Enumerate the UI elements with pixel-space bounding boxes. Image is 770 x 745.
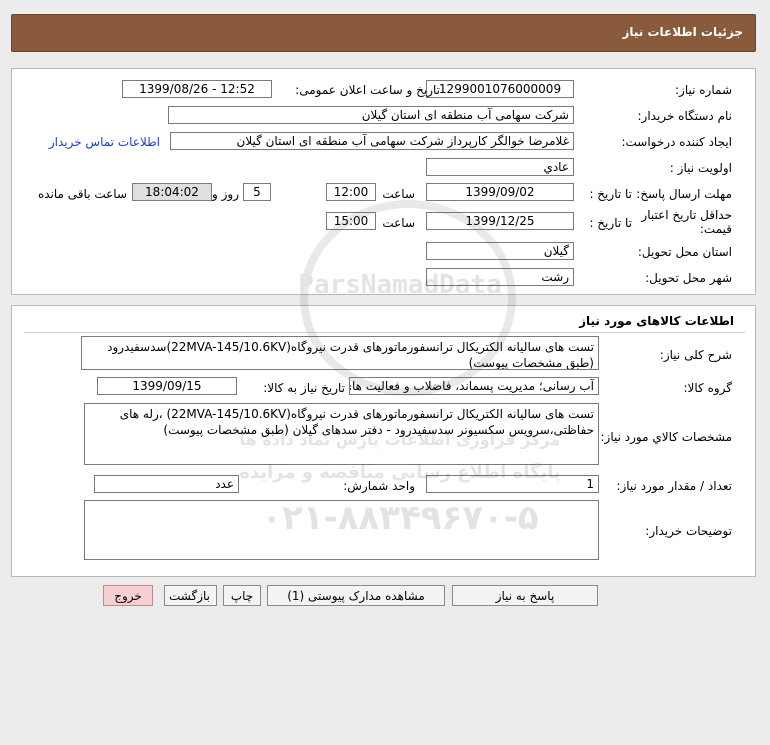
section-divider	[24, 332, 745, 333]
announce-date-field: 1399/08/26 - 12:52	[122, 80, 272, 98]
validity-date-field: 1399/12/25	[426, 212, 574, 230]
goods-group-field: آب رسانی؛ مدیریت پسماند، فاضلاب و فعالیت…	[349, 377, 599, 395]
requester-label: ایجاد کننده درخواست:	[621, 135, 732, 149]
buyer-notes-label: توضیحات خریدار:	[645, 524, 732, 538]
need-date-field: 1399/09/15	[97, 377, 237, 395]
days-label: روز و	[212, 187, 239, 201]
deadline-to-date-label: تا تاریخ :	[589, 187, 632, 201]
back-button[interactable]: بازگشت	[164, 585, 217, 606]
province-label: استان محل تحویل:	[637, 245, 732, 259]
city-label: شهر محل تحویل:	[645, 271, 732, 285]
general-desc-label: شرح کلی نیاز:	[659, 348, 732, 362]
remaining-time-label: ساعت باقی مانده	[37, 187, 127, 201]
buyer-org-field: شرکت سهامی آب منطقه ای استان گیلان	[168, 106, 574, 124]
buyer-org-label: نام دستگاه خریدار:	[637, 109, 733, 123]
quantity-field: 1	[426, 475, 599, 493]
deadline-time-field: 12:00	[326, 183, 376, 201]
need-info-panel	[11, 68, 756, 295]
goods-group-label: گروه کالا:	[683, 381, 733, 395]
general-desc-field: تست های سالیانه الکتریکال ترانسفورماتوره…	[81, 336, 599, 370]
buyer-notes-field	[84, 500, 599, 560]
deadline-time-label: ساعت	[382, 187, 415, 201]
buyer-contact-link[interactable]: اطلاعات تماس خریدار	[49, 135, 160, 149]
deadline-date-field: 1399/09/02	[426, 183, 574, 201]
need-date-label: تاریخ نیاز به کالا:	[263, 381, 345, 395]
specs-label: مشخصات کالاي مورد نياز:	[600, 430, 732, 444]
page-title: جزئیات اطلاعات نیاز	[622, 25, 743, 39]
need-number-label: شماره نیاز:	[675, 83, 732, 97]
remaining-days-field: 5	[243, 183, 271, 201]
reply-button[interactable]: پاسخ به نیاز	[452, 585, 598, 606]
requester-field: غلامرضا خوالگر کارپرداز شرکت سهامی آب من…	[170, 132, 574, 150]
quantity-label: تعداد / مقدار مورد نیاز:	[616, 479, 732, 493]
validity-label: حداقل تاریخ اعتبار قیمت:	[641, 208, 732, 236]
print-button[interactable]: چاپ	[223, 585, 261, 606]
city-field: رشت	[426, 268, 574, 286]
unit-field: عدد	[94, 475, 239, 493]
priority-field: عادي	[426, 158, 574, 176]
validity-time-label: ساعت	[382, 216, 415, 230]
deadline-label: مهلت ارسال پاسخ:	[636, 187, 732, 201]
need-number-field: 1299001076000009	[426, 80, 574, 98]
validity-time-field: 15:00	[326, 212, 376, 230]
specs-field: تست های سالیانه الکتریکال ترانسفورماتوره…	[84, 403, 599, 465]
view-attachments-button[interactable]: مشاهده مدارک پیوستی (1)	[267, 585, 445, 606]
announce-date-label: تاریخ و ساعت اعلان عمومی:	[295, 83, 440, 97]
exit-button[interactable]: خروج	[103, 585, 153, 606]
priority-label: اولویت نیاز :	[669, 161, 732, 175]
page-header: جزئیات اطلاعات نیاز	[11, 14, 756, 52]
unit-label: واحد شمارش:	[343, 479, 415, 493]
remaining-time-field: 18:04:02	[132, 183, 212, 201]
goods-section-title: اطلاعات کالاهای مورد نیاز	[579, 314, 734, 328]
province-field: گیلان	[426, 242, 574, 260]
validity-to-date-label: تا تاریخ :	[589, 216, 632, 230]
